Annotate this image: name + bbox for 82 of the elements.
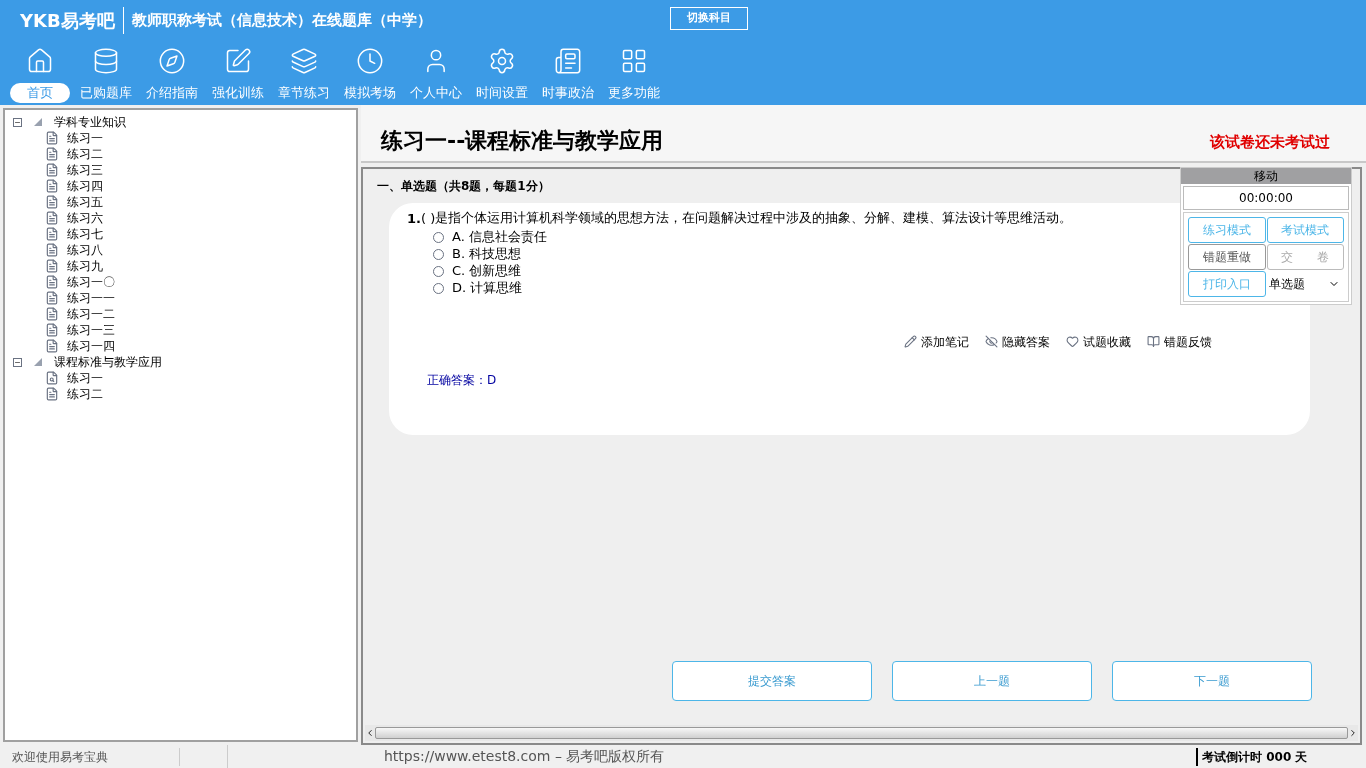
database-icon[interactable] [92, 47, 120, 75]
document-icon [45, 163, 59, 177]
timer-display: 00:00:00 [1183, 186, 1349, 210]
collapse-toggle-icon[interactable] [13, 357, 22, 367]
horizontal-scrollbar[interactable] [365, 725, 1358, 741]
tree-item[interactable]: 练习四 [67, 177, 103, 195]
tree-item[interactable]: 练习九 [67, 257, 103, 275]
clock-icon[interactable] [356, 47, 384, 75]
question-action-link[interactable]: 隐藏答案 [985, 332, 1050, 351]
app-logo: YKB易考吧 [20, 6, 124, 34]
scroll-left-icon[interactable] [365, 728, 375, 738]
question-blank: ( ) [421, 210, 436, 228]
section-heading: 一、单选题（共8题，每题1分） [377, 178, 551, 195]
tree-item[interactable]: 练习二 [67, 145, 103, 163]
tree-item[interactable]: 练习五 [67, 193, 103, 211]
document-icon [45, 227, 59, 241]
document-icon [45, 307, 59, 321]
grid-icon[interactable] [620, 47, 648, 75]
pencil-icon [904, 335, 917, 348]
radio-button[interactable] [433, 248, 444, 260]
panel-header[interactable]: 移动 [1181, 168, 1351, 184]
tree-item[interactable]: 练习一二 [67, 305, 115, 323]
tree-item[interactable]: 练习一四 [67, 337, 115, 355]
copyright-text: https://www.etest8.com – 易考吧版权所有 [384, 747, 665, 766]
document-icon [45, 259, 59, 273]
newspaper-icon[interactable] [554, 47, 582, 75]
radio-button[interactable] [433, 265, 444, 277]
document-icon [45, 339, 59, 353]
paper-title: 练习一--课程标准与教学应用 [381, 127, 664, 155]
document-icon [45, 275, 59, 289]
document-icon [45, 387, 59, 401]
question-number: 1. [407, 210, 421, 228]
option-label[interactable]: D. 计算思维 [452, 278, 523, 298]
document-icon [45, 179, 59, 193]
document-icon [45, 147, 59, 161]
tree-item[interactable]: 练习二 [67, 385, 103, 403]
radio-button[interactable] [433, 282, 444, 294]
edit-icon[interactable] [224, 47, 252, 75]
tree-item[interactable]: 练习六 [67, 209, 103, 227]
question-action-link[interactable]: 错题反馈 [1147, 332, 1212, 351]
welcome-text: 欢迎使用易考宝典 [0, 747, 180, 766]
tree-item[interactable]: 练习七 [67, 225, 103, 243]
tree-item[interactable]: 练习一〇 [67, 273, 115, 291]
question-action-link[interactable]: 试题收藏 [1066, 332, 1131, 351]
document-icon [45, 195, 59, 209]
tree-folder[interactable]: 学科专业知识 [54, 113, 126, 131]
question-action-link[interactable]: 添加笔记 [904, 332, 969, 351]
tree-item[interactable]: 练习一一 [67, 289, 115, 307]
document-icon [45, 131, 59, 145]
option-label[interactable]: C. 创新思维 [452, 261, 522, 281]
correct-answer: 正确答案：D [427, 371, 498, 389]
tree-item[interactable]: 练习三 [67, 161, 103, 179]
radio-button[interactable] [433, 231, 444, 243]
tree-folder[interactable]: 课程标准与教学应用 [54, 353, 162, 371]
tree-item[interactable]: 练习一 [67, 369, 103, 387]
document-icon [45, 243, 59, 257]
exam-status: 该试卷还未考试过 [1210, 131, 1330, 153]
tree-item[interactable]: 练习一 [67, 129, 103, 147]
panel-button[interactable]: 错题重做 [1188, 244, 1266, 270]
scroll-right-icon[interactable] [1348, 728, 1358, 738]
option-label[interactable]: B. 科技思想 [452, 244, 522, 264]
option-label[interactable]: A. 信息社会责任 [452, 227, 547, 247]
settings-icon[interactable] [488, 47, 516, 75]
document-pin-icon [45, 371, 59, 385]
question-text: 是指个体运用计算机科学领域的思想方法，在问题解决过程中涉及的抽象、分解、建模、算法设计等思维活动。 [435, 209, 1073, 227]
book-icon [1147, 335, 1160, 348]
layers-icon[interactable] [290, 47, 318, 75]
document-icon [45, 291, 59, 305]
compass-icon[interactable] [158, 47, 186, 75]
heart-icon [1066, 335, 1079, 348]
document-icon [45, 323, 59, 337]
collapse-toggle-icon[interactable] [13, 117, 22, 127]
tree-item[interactable]: 练习一三 [67, 321, 115, 339]
document-icon [45, 211, 59, 225]
exam-countdown: 考试倒计时 000 天 [1196, 747, 1366, 766]
home-icon[interactable] [26, 47, 54, 75]
triangle-icon [34, 358, 42, 366]
tree-item[interactable]: 练习八 [67, 241, 103, 259]
window-title: 教师职称考试（信息技术）在线题库（中学） [130, 9, 432, 31]
triangle-icon [34, 118, 42, 126]
question-type-dropdown[interactable]: 单选题 [1266, 271, 1344, 297]
eye-slash-icon [985, 335, 998, 348]
